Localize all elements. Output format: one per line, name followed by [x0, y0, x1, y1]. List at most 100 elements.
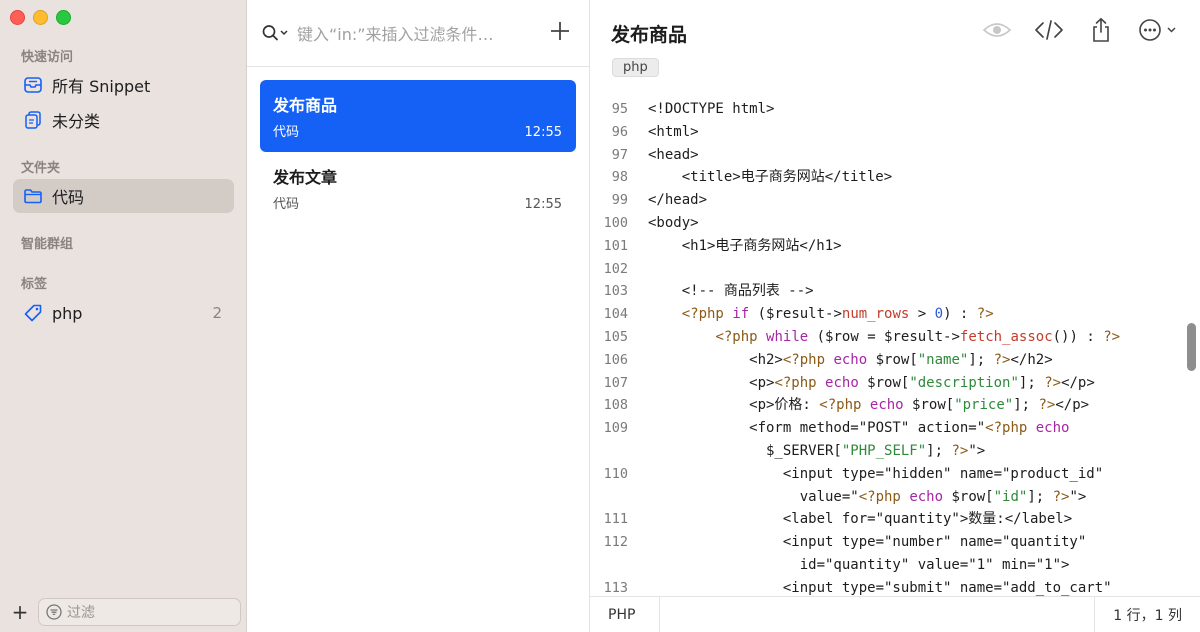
code-line: 96 <html>	[590, 121, 1185, 144]
sidebar-item-folder-code[interactable]: 代码	[13, 179, 234, 213]
code-line: 99 </head>	[590, 189, 1185, 212]
sidebar-item-label: php	[52, 303, 83, 323]
snippet-title[interactable]: 发布商品	[611, 20, 687, 47]
code-line: id="quantity" value="1" min="1">	[590, 554, 1185, 577]
line-number	[590, 554, 628, 577]
window-controls	[10, 10, 71, 25]
document-icon	[22, 109, 44, 131]
code-text: <p>价格: <?php echo $row["price"]; ?></p>	[628, 394, 1089, 417]
line-number: 112	[603, 534, 628, 551]
code-scrollbar[interactable]	[1187, 323, 1196, 371]
status-language[interactable]: PHP	[590, 597, 660, 632]
code-line: $_SERVER["PHP_SELF"]; ?>">	[590, 440, 1185, 463]
line-number: 109	[603, 420, 628, 437]
code-token: <h2>	[648, 351, 783, 368]
code-text: <title>电子商务网站</title>	[628, 166, 892, 189]
code-token: ];	[1013, 397, 1039, 414]
status-cursor-position: 1 行，1 列	[1094, 597, 1200, 632]
sidebar-filter-input[interactable]: 过滤	[38, 598, 241, 626]
sidebar-item-uncategorized[interactable]: 未分类	[13, 103, 234, 137]
code-token: ];	[926, 442, 952, 459]
code-token: </p>	[1055, 397, 1090, 414]
code-text: <h1>电子商务网站</h1>	[628, 235, 842, 258]
section-tags: 标签	[21, 277, 48, 292]
language-badge[interactable]: php	[612, 58, 659, 77]
code-text: $_SERVER["PHP_SELF"]; ?>">	[628, 440, 985, 463]
code-token: <?php	[819, 397, 862, 414]
code-token: <?php	[782, 351, 826, 368]
code-token: ?>	[1103, 328, 1121, 345]
share-button[interactable]	[1086, 17, 1116, 46]
code-line: 108 <p>价格: <?php echo $row["price"]; ?><…	[590, 394, 1185, 417]
sidebar-item-all-snippets[interactable]: 所有 Snippet	[13, 68, 234, 102]
filter-placeholder: 过滤	[67, 605, 95, 621]
code-text: <!-- 商品列表 -->	[628, 280, 814, 303]
code-token: ?>	[976, 306, 994, 323]
sidebar-item-label: 代码	[52, 188, 85, 207]
preview-button[interactable]	[982, 18, 1012, 46]
code-text: <!DOCTYPE html>	[628, 98, 774, 121]
list-item[interactable]: 发布商品 代码 12:55	[260, 80, 576, 152]
code-editor[interactable]: 95 <!DOCTYPE html> 96 <html> 97 <head> 98 <tit…	[590, 98, 1185, 596]
code-token: "price"	[954, 397, 1014, 414]
code-view-button[interactable]	[1034, 18, 1064, 46]
code-line: 110 <input type="hidden" name="product_i…	[590, 463, 1185, 486]
code-text: value="<?php echo $row["id"]; ?>">	[628, 486, 1087, 509]
code-token: ];	[1018, 374, 1045, 391]
line-number: 107	[603, 374, 628, 391]
code-token: <html>	[648, 123, 699, 140]
code-token: <!-- 商品列表 -->	[648, 283, 814, 300]
line-number: 100	[603, 214, 628, 231]
line-number: 95	[611, 101, 628, 117]
code-token: ()) :	[1052, 328, 1104, 345]
code-text: <p><?php echo $row["description"]; ?></p…	[628, 372, 1095, 395]
code-icon	[1034, 19, 1064, 45]
add-folder-button[interactable]: +	[10, 602, 30, 622]
code-line: 100 <body>	[590, 212, 1185, 235]
close-window-button[interactable]	[10, 10, 25, 25]
code-token: >	[909, 306, 935, 323]
tag-count: 2	[212, 304, 222, 322]
code-token: ">	[968, 442, 986, 459]
code-line: 104 <?php if ($result->num_rows > 0) : ?…	[590, 303, 1185, 326]
code-token: value="	[648, 488, 859, 505]
sidebar-item-tag-php[interactable]: php 2	[13, 296, 234, 330]
code-token: "name"	[917, 351, 969, 368]
code-token: ?>	[951, 442, 969, 459]
zoom-window-button[interactable]	[56, 10, 71, 25]
minimize-window-button[interactable]	[33, 10, 48, 25]
code-token: ?>	[1038, 397, 1056, 414]
code-token: ?>	[1044, 374, 1062, 391]
line-number: 99	[611, 192, 628, 209]
line-number: 111	[603, 511, 628, 528]
code-token: fetch_assoc	[959, 328, 1053, 345]
code-token: <input type="submit" name="add_to_cart"	[648, 579, 1112, 596]
code-text: <input type="hidden" name="product_id"	[628, 463, 1103, 486]
code-token: num_rows	[841, 306, 910, 323]
code-token: 0	[934, 306, 944, 323]
code-line: 113 <input type="submit" name="add_to_ca…	[590, 577, 1185, 596]
search-input[interactable]: 键入“in:”来插入过滤条件…	[247, 0, 589, 67]
list-item-title: 发布文章	[273, 168, 338, 187]
code-line: 101 <h1>电子商务网站</h1>	[590, 235, 1185, 258]
list-item[interactable]: 发布文章 代码 12:55	[260, 152, 576, 224]
code-token: <title>电子商务网站</title>	[648, 169, 893, 186]
more-actions-button[interactable]	[1138, 18, 1180, 46]
code-token: <h1>电子商务网站</h1>	[648, 237, 842, 254]
code-text: <h2><?php echo $row["name"]; ?></h2>	[628, 349, 1053, 372]
folder-icon	[22, 185, 44, 207]
code-token: <head>	[648, 146, 699, 163]
add-snippet-button[interactable]	[549, 20, 571, 42]
code-line: 98 <title>电子商务网站</title>	[590, 166, 1185, 189]
code-token: <body>	[648, 214, 699, 231]
code-text: <html>	[628, 121, 699, 144]
line-number	[590, 486, 628, 509]
list-item-folder: 代码	[273, 125, 300, 140]
code-token: ">	[1069, 488, 1087, 505]
code-token: "id"	[993, 488, 1028, 505]
tag-icon	[22, 302, 44, 324]
